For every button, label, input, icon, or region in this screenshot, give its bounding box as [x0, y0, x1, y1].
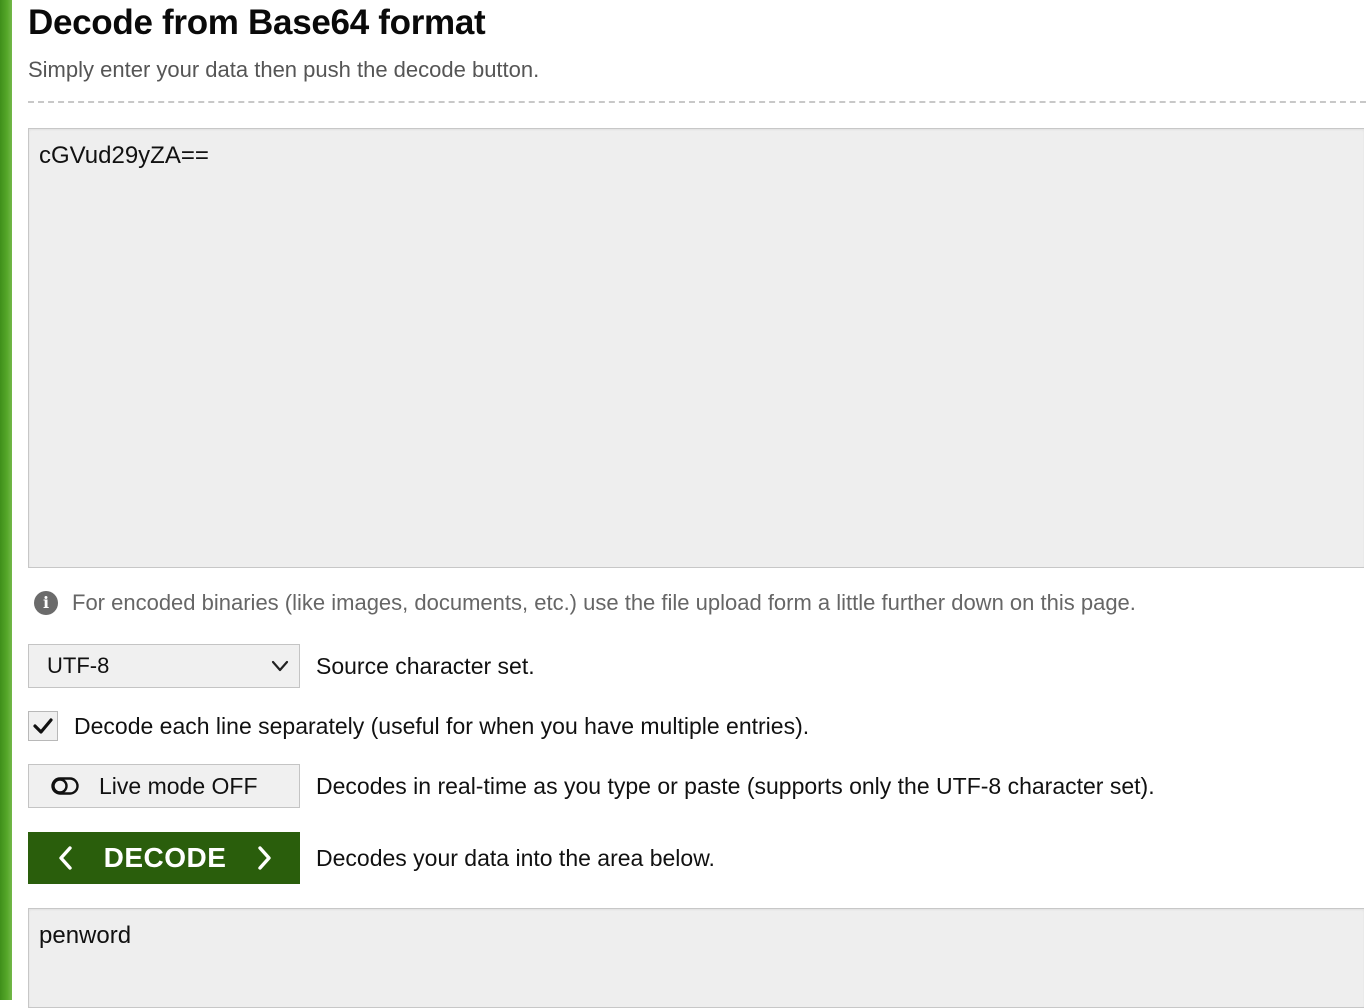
charset-row: UTF-8 Source character set. [28, 644, 535, 688]
decoded-output-textarea[interactable]: penword [28, 908, 1364, 1008]
info-text: For encoded binaries (like images, docum… [72, 590, 1136, 615]
decode-description: Decodes your data into the area below. [316, 844, 715, 871]
left-accent-bar [0, 0, 12, 1000]
binary-info-note: i For encoded binaries (like images, doc… [34, 589, 1136, 617]
live-mode-row: Live mode OFF Decodes in real-time as yo… [28, 764, 1155, 808]
chevron-down-icon [271, 660, 289, 672]
chevron-right-icon [258, 846, 271, 870]
info-icon: i [34, 591, 58, 615]
separate-lines-checkbox[interactable] [28, 711, 58, 741]
decode-button[interactable]: DECODE [28, 832, 300, 884]
live-mode-button[interactable]: Live mode OFF [28, 764, 300, 808]
page-title: Decode from Base64 format [28, 3, 486, 42]
base64-input-textarea[interactable]: cGVud29yZA== [28, 128, 1364, 568]
live-mode-label: Live mode OFF [99, 772, 258, 799]
separate-lines-label: Decode each line separately (useful for … [74, 712, 810, 739]
charset-label: Source character set. [316, 652, 535, 679]
toggle-off-icon [51, 777, 79, 795]
charset-select[interactable]: UTF-8 [28, 644, 300, 688]
chevron-left-icon [59, 846, 72, 870]
checkmark-icon [33, 718, 53, 734]
live-mode-description: Decodes in real-time as you type or past… [316, 772, 1155, 799]
decode-row: DECODE Decodes your data into the area b… [28, 832, 715, 884]
page-subtitle: Simply enter your data then push the dec… [28, 57, 540, 82]
dashed-divider [28, 101, 1366, 103]
charset-selected-value: UTF-8 [47, 653, 110, 678]
separate-lines-row: Decode each line separately (useful for … [28, 708, 809, 744]
main-content: Decode from Base64 format Simply enter y… [28, 0, 1366, 1008]
decode-button-label: DECODE [103, 842, 227, 873]
